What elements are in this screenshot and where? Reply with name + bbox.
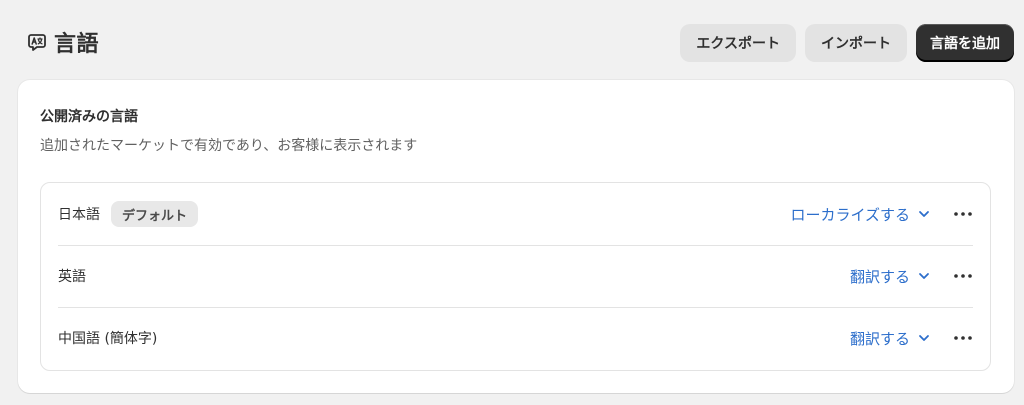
row-actions: ローカライズする bbox=[790, 203, 974, 225]
language-row-chinese-simplified: 中国語 (簡体字) 翻訳する bbox=[41, 307, 990, 369]
chevron-down-icon bbox=[918, 208, 930, 220]
row-actions: 翻訳する bbox=[850, 265, 974, 287]
action-label: 翻訳する bbox=[849, 329, 910, 348]
language-row-japanese: 日本語 デフォルト ローカライズする bbox=[41, 183, 990, 245]
card-description: 追加されたマーケットで有効であり、お客様に表示されます bbox=[40, 138, 418, 154]
language-row-english: 英語 翻訳する bbox=[41, 245, 990, 307]
import-button[interactable]: インポート bbox=[805, 24, 907, 62]
translate-button[interactable]: 翻訳する bbox=[850, 328, 930, 349]
language-name: 英語 bbox=[58, 269, 86, 285]
card-title: 公開済みの言語 bbox=[40, 109, 138, 125]
page-title: 言語 bbox=[54, 32, 100, 57]
title-wrap: 言語 bbox=[26, 26, 99, 58]
language-list: 日本語 デフォルト ローカライズする 英語 翻訳する 中国語 (簡体字) 翻訳す… bbox=[40, 182, 991, 371]
action-label: ローカライズする bbox=[790, 205, 910, 224]
chevron-down-icon bbox=[918, 332, 930, 344]
row-actions: 翻訳する bbox=[850, 327, 974, 349]
header-actions: エクスポート インポート 言語を追加 bbox=[680, 24, 1014, 62]
chevron-down-icon bbox=[918, 270, 930, 282]
language-name: 日本語 bbox=[58, 207, 100, 223]
more-actions-icon[interactable] bbox=[952, 327, 974, 349]
page-header: 言語 エクスポート インポート 言語を追加 bbox=[0, 0, 1024, 80]
add-language-button[interactable]: 言語を追加 bbox=[916, 24, 1014, 62]
published-languages-card: 公開済みの言語 追加されたマーケットで有効であり、お客様に表示されます 日本語 … bbox=[18, 80, 1014, 393]
translate-icon bbox=[26, 31, 48, 53]
localize-button[interactable]: ローカライズする bbox=[790, 204, 930, 225]
more-actions-icon[interactable] bbox=[952, 265, 974, 287]
language-name: 中国語 (簡体字) bbox=[58, 331, 158, 347]
more-actions-icon[interactable] bbox=[952, 203, 974, 225]
translate-button[interactable]: 翻訳する bbox=[850, 266, 930, 287]
export-button[interactable]: エクスポート bbox=[680, 24, 796, 62]
action-label: 翻訳する bbox=[849, 267, 910, 286]
default-badge: デフォルト bbox=[111, 201, 199, 227]
